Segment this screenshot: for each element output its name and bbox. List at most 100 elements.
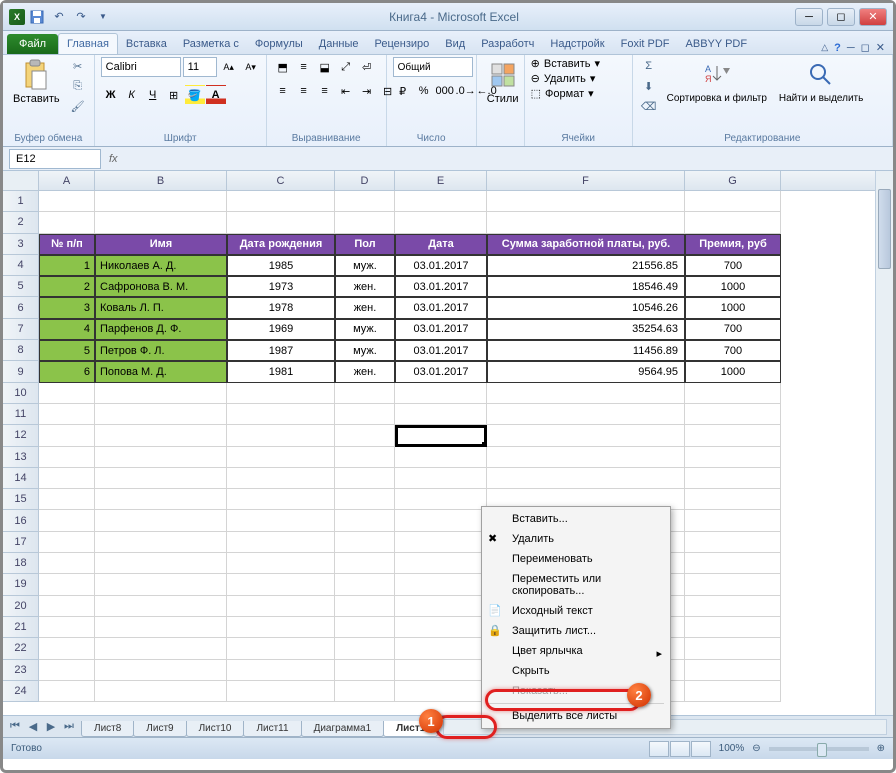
cell-E15[interactable] xyxy=(395,489,487,510)
cell-B7[interactable]: Парфенов Д. Ф. xyxy=(95,319,227,340)
cell-D17[interactable] xyxy=(335,532,395,553)
cell-B14[interactable] xyxy=(95,468,227,489)
cell-B13[interactable] xyxy=(95,447,227,468)
align-bottom-icon[interactable]: ⬓ xyxy=(315,57,335,77)
cell-A10[interactable] xyxy=(39,383,95,404)
cell-D4[interactable]: муж. xyxy=(335,255,395,276)
tab-data[interactable]: Данные xyxy=(311,34,367,54)
cell-A4[interactable]: 1 xyxy=(39,255,95,276)
help-icon[interactable]: ? xyxy=(834,42,841,54)
align-right-icon[interactable]: ≡ xyxy=(315,81,335,101)
cell-G15[interactable] xyxy=(685,489,781,510)
cell-G2[interactable] xyxy=(685,212,781,233)
cell-E1[interactable] xyxy=(395,191,487,212)
styles-button[interactable]: Стили xyxy=(483,57,523,107)
cell-D15[interactable] xyxy=(335,489,395,510)
cell-F6[interactable]: 10546.26 xyxy=(487,297,685,318)
formula-input[interactable] xyxy=(124,149,887,169)
cell-D8[interactable]: муж. xyxy=(335,340,395,361)
cell-D3[interactable]: Пол xyxy=(335,234,395,255)
cell-F3[interactable]: Сумма заработной платы, руб. xyxy=(487,234,685,255)
cell-G10[interactable] xyxy=(685,383,781,404)
qat-dropdown-icon[interactable]: ▼ xyxy=(93,7,113,27)
cell-C3[interactable]: Дата рождения xyxy=(227,234,335,255)
cell-F14[interactable] xyxy=(487,468,685,489)
cell-D12[interactable] xyxy=(335,425,395,446)
comma-icon[interactable]: 000 xyxy=(435,81,455,101)
currency-icon[interactable]: ₽ xyxy=(393,81,413,101)
row-header-13[interactable]: 13 xyxy=(3,447,39,468)
row-header-20[interactable]: 20 xyxy=(3,596,39,617)
cell-E7[interactable]: 03.01.2017 xyxy=(395,319,487,340)
cell-A12[interactable] xyxy=(39,425,95,446)
tab-insert[interactable]: Вставка xyxy=(118,34,175,54)
fill-color-button[interactable]: 🪣 xyxy=(185,85,205,105)
cell-D14[interactable] xyxy=(335,468,395,489)
cell-E9[interactable]: 03.01.2017 xyxy=(395,361,487,382)
minimize-ribbon-icon[interactable]: △ xyxy=(821,42,828,53)
cell-C6[interactable]: 1978 xyxy=(227,297,335,318)
number-format-combo[interactable]: Общий xyxy=(393,57,473,77)
cell-C13[interactable] xyxy=(227,447,335,468)
cell-C2[interactable] xyxy=(227,212,335,233)
sheet-nav-next-icon[interactable]: ▶ xyxy=(43,719,59,735)
cell-C4[interactable]: 1985 xyxy=(227,255,335,276)
cell-E11[interactable] xyxy=(395,404,487,425)
font-color-button[interactable]: A xyxy=(206,85,226,105)
cell-D18[interactable] xyxy=(335,553,395,574)
cell-C9[interactable]: 1981 xyxy=(227,361,335,382)
align-top-icon[interactable]: ⬒ xyxy=(273,57,293,77)
cell-F9[interactable]: 9564.95 xyxy=(487,361,685,382)
redo-button[interactable]: ↷ xyxy=(71,7,91,27)
context-menu-Скрыть[interactable]: Скрыть xyxy=(484,661,668,681)
sheet-nav-last-icon[interactable]: ⏭ xyxy=(61,719,77,735)
cell-B21[interactable] xyxy=(95,617,227,638)
tab-formulas[interactable]: Формулы xyxy=(247,34,311,54)
cell-F11[interactable] xyxy=(487,404,685,425)
select-all-corner[interactable] xyxy=(3,171,39,191)
cell-E24[interactable] xyxy=(395,681,487,702)
cell-A21[interactable] xyxy=(39,617,95,638)
context-menu-Удалить[interactable]: Удалить✖ xyxy=(484,529,668,549)
cell-D24[interactable] xyxy=(335,681,395,702)
autosum-button[interactable]: Σ xyxy=(639,57,659,75)
delete-cells-button[interactable]: ⊖Удалить ▾ xyxy=(531,72,596,85)
cell-E3[interactable]: Дата xyxy=(395,234,487,255)
cell-A24[interactable] xyxy=(39,681,95,702)
align-left-icon[interactable]: ≡ xyxy=(273,81,293,101)
cell-B22[interactable] xyxy=(95,638,227,659)
sheet-tab-Лист11[interactable]: Лист11 xyxy=(243,721,301,737)
cell-G18[interactable] xyxy=(685,553,781,574)
context-menu-Защитить-лист---[interactable]: Защитить лист...🔒 xyxy=(484,621,668,641)
cell-C20[interactable] xyxy=(227,596,335,617)
cell-F12[interactable] xyxy=(487,425,685,446)
cell-F4[interactable]: 21556.85 xyxy=(487,255,685,276)
tab-review[interactable]: Рецензиро xyxy=(367,34,438,54)
row-header-14[interactable]: 14 xyxy=(3,468,39,489)
cell-G19[interactable] xyxy=(685,574,781,595)
cell-G6[interactable]: 1000 xyxy=(685,297,781,318)
tab-view[interactable]: Вид xyxy=(437,34,473,54)
border-button[interactable]: ⊞ xyxy=(164,85,184,105)
cell-F13[interactable] xyxy=(487,447,685,468)
tab-layout[interactable]: Разметка с xyxy=(175,34,247,54)
wrap-text-icon[interactable]: ⏎ xyxy=(357,57,377,77)
align-center-icon[interactable]: ≡ xyxy=(294,81,314,101)
cell-E18[interactable] xyxy=(395,553,487,574)
find-select-button[interactable]: Найти и выделить xyxy=(775,57,867,106)
cell-D11[interactable] xyxy=(335,404,395,425)
cell-B24[interactable] xyxy=(95,681,227,702)
cell-B6[interactable]: Коваль Л. П. xyxy=(95,297,227,318)
cell-D21[interactable] xyxy=(335,617,395,638)
cell-G21[interactable] xyxy=(685,617,781,638)
cell-G4[interactable]: 700 xyxy=(685,255,781,276)
tab-developer[interactable]: Разработч xyxy=(473,34,542,54)
cell-B18[interactable] xyxy=(95,553,227,574)
cell-A15[interactable] xyxy=(39,489,95,510)
cell-G9[interactable]: 1000 xyxy=(685,361,781,382)
row-header-8[interactable]: 8 xyxy=(3,340,39,361)
cell-A2[interactable] xyxy=(39,212,95,233)
cell-D9[interactable]: жен. xyxy=(335,361,395,382)
sheet-tab-Лист8[interactable]: Лист8 xyxy=(81,721,134,737)
cell-E14[interactable] xyxy=(395,468,487,489)
